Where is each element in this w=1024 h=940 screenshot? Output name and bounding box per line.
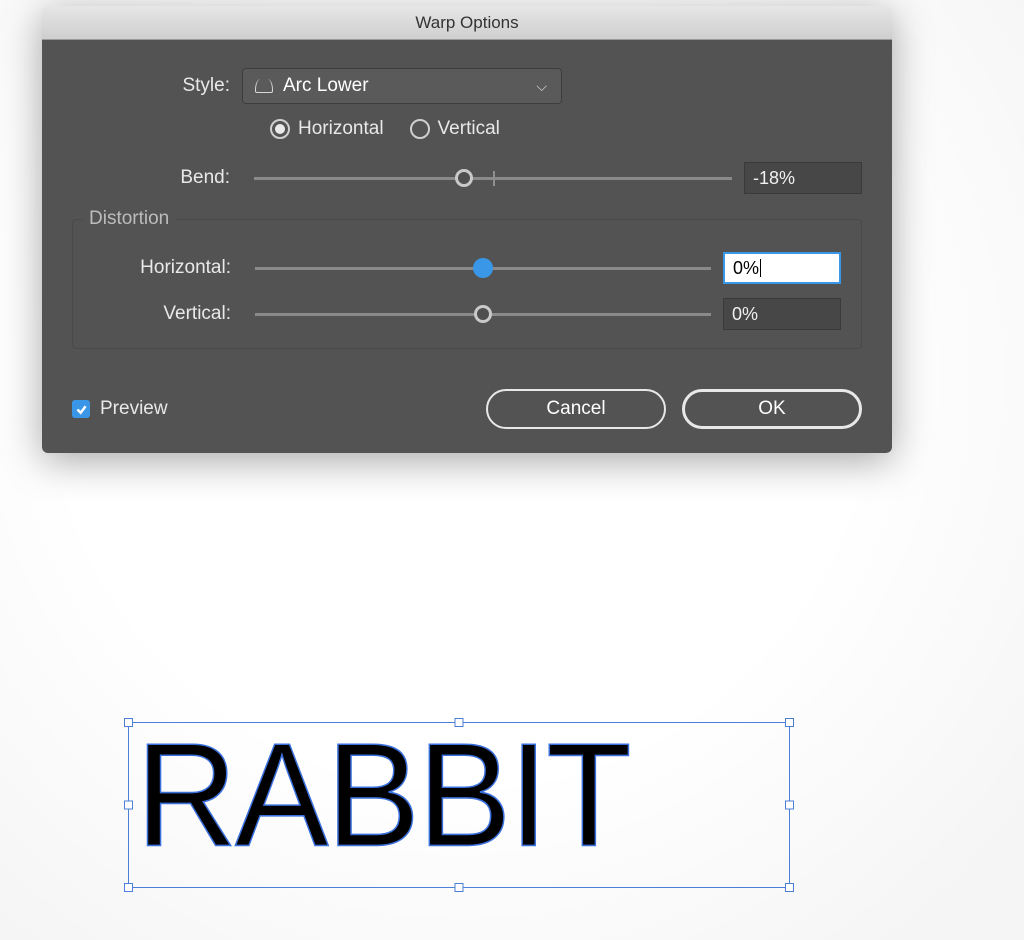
bend-label: Bend:	[72, 167, 242, 189]
dialog-body: Style: Arc Lower ⌵ Horizontal Vertical B…	[42, 40, 892, 453]
orientation-radios: Horizontal Vertical	[270, 118, 862, 140]
preview-checkbox[interactable]	[72, 400, 90, 418]
dialog-title: Warp Options	[415, 13, 518, 33]
bend-row: Bend: -18%	[72, 162, 862, 194]
cancel-button[interactable]: Cancel	[486, 389, 666, 429]
selection-handle-bl[interactable]	[124, 883, 133, 892]
slider-center-tick	[493, 171, 495, 186]
distortion-horizontal-thumb[interactable]	[473, 258, 493, 278]
distortion-legend: Distortion	[83, 208, 175, 230]
distortion-horizontal-label: Horizontal:	[73, 257, 243, 279]
dialog-footer: Preview Cancel OK	[72, 389, 862, 429]
orientation-vertical-radio[interactable]: Vertical	[410, 118, 500, 140]
bend-value-field[interactable]: -18%	[744, 162, 862, 194]
distortion-horizontal-value: 0%	[733, 258, 759, 279]
bend-slider[interactable]	[254, 177, 732, 180]
distortion-vertical-field[interactable]: 0%	[723, 298, 841, 330]
ok-button[interactable]: OK	[682, 389, 862, 429]
selection-handle-br[interactable]	[785, 883, 794, 892]
distortion-group: Distortion Horizontal: 0% Vertical: 0%	[72, 208, 862, 349]
radio-dot-icon	[270, 119, 290, 139]
canvas-selection[interactable]: RABBIT	[128, 720, 792, 890]
selection-bounding-box	[128, 722, 790, 888]
distortion-vertical-slider[interactable]	[255, 313, 711, 316]
selection-handle-mr[interactable]	[785, 801, 794, 810]
warp-options-dialog: Warp Options Style: Arc Lower ⌵ Horizont…	[42, 6, 892, 453]
bend-value: -18%	[753, 168, 795, 189]
selection-handle-tm[interactable]	[455, 718, 464, 727]
checkmark-icon	[75, 403, 88, 416]
radio-circle-icon	[410, 119, 430, 139]
bend-slider-thumb[interactable]	[455, 169, 473, 187]
distortion-vertical-label: Vertical:	[73, 303, 243, 325]
orientation-vertical-label: Vertical	[438, 118, 500, 140]
distortion-horizontal-field[interactable]: 0%	[723, 252, 841, 284]
distortion-vertical-thumb[interactable]	[474, 305, 492, 323]
chevron-down-icon: ⌵	[536, 78, 547, 95]
arc-lower-icon	[255, 79, 273, 93]
distortion-horizontal-row: Horizontal: 0%	[73, 252, 841, 284]
dialog-titlebar[interactable]: Warp Options	[42, 6, 892, 40]
preview-label: Preview	[100, 398, 168, 420]
selection-handle-ml[interactable]	[124, 801, 133, 810]
style-value: Arc Lower	[283, 75, 526, 97]
orientation-horizontal-label: Horizontal	[298, 118, 384, 140]
orientation-horizontal-radio[interactable]: Horizontal	[270, 118, 384, 140]
style-label: Style:	[72, 75, 242, 97]
selection-handle-tr[interactable]	[785, 718, 794, 727]
distortion-horizontal-slider[interactable]	[255, 267, 711, 270]
style-row: Style: Arc Lower ⌵	[72, 68, 862, 104]
style-select[interactable]: Arc Lower ⌵	[242, 68, 562, 104]
distortion-vertical-row: Vertical: 0%	[73, 298, 841, 330]
distortion-vertical-value: 0%	[732, 304, 758, 325]
selection-handle-tl[interactable]	[124, 718, 133, 727]
text-caret-icon	[760, 259, 761, 277]
selection-handle-bm[interactable]	[455, 883, 464, 892]
